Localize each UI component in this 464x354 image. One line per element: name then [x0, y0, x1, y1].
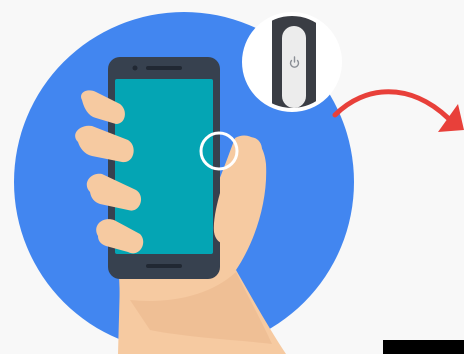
instruction-illustration	[0, 0, 464, 354]
phone-camera	[132, 65, 138, 71]
phone-earpiece	[146, 66, 182, 70]
phone-screen	[115, 79, 213, 254]
phone-speaker	[146, 264, 182, 268]
bottom-overlay-bar	[383, 340, 464, 354]
hand-holding-phone-illustration	[14, 12, 464, 354]
arrow-right-icon	[332, 89, 464, 132]
